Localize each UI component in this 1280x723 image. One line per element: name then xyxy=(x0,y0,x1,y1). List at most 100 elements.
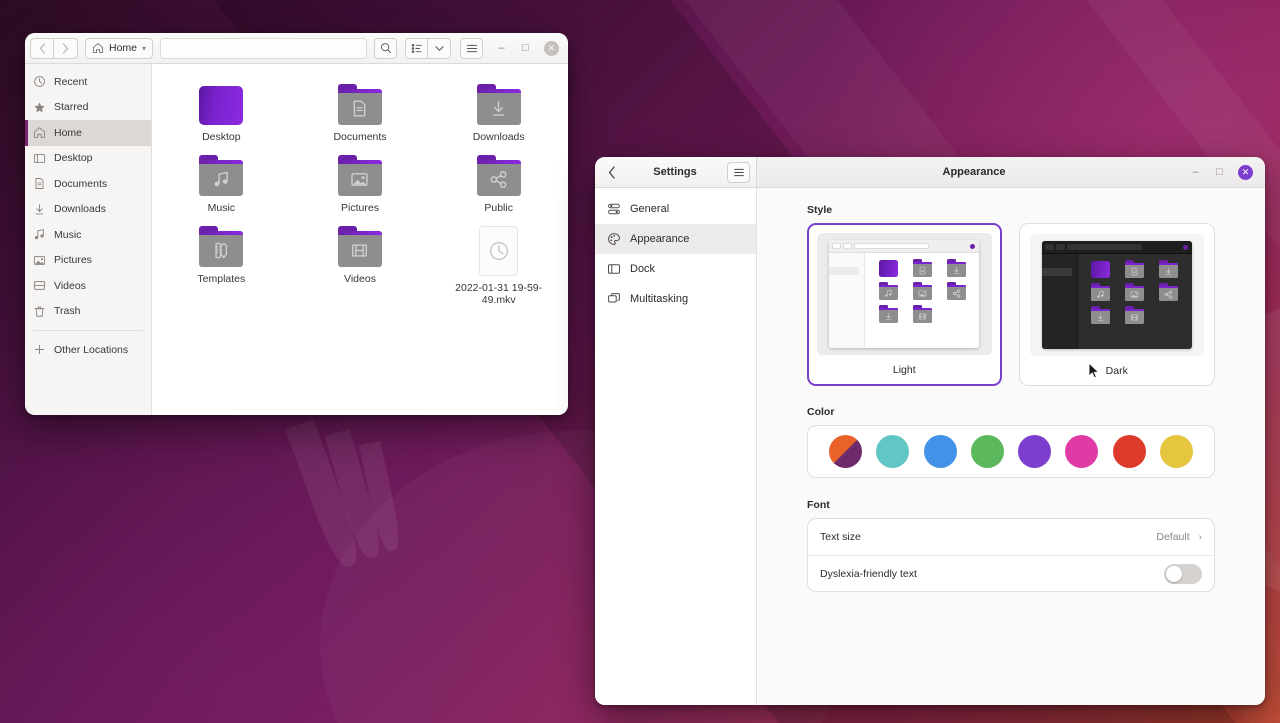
mini-selected-row xyxy=(1041,268,1072,277)
style-section-label: Style xyxy=(807,204,833,216)
settings-nav-appearance[interactable]: Appearance xyxy=(595,224,756,254)
color-swatch-yellow[interactable] xyxy=(1159,435,1193,468)
sidebar-item-trash[interactable]: Trash xyxy=(25,299,151,325)
sidebar-item-music[interactable]: Music xyxy=(25,222,151,248)
folder-item[interactable]: Downloads xyxy=(429,80,568,143)
document-icon xyxy=(336,92,384,125)
maximize-button[interactable]: □ xyxy=(520,42,531,54)
dyslexia-label: Dyslexia-friendly text xyxy=(820,567,917,580)
chevron-right-icon xyxy=(62,42,69,54)
sidebar-item-recent[interactable]: Recent xyxy=(25,69,151,95)
music-icon xyxy=(33,228,46,241)
folder-item[interactable]: Public xyxy=(429,151,568,214)
settings-sidebar: General Appearance Dock Multitasking xyxy=(595,188,757,705)
maximize-button[interactable]: □ xyxy=(1214,166,1225,178)
image-icon xyxy=(33,254,46,267)
color-swatch-red[interactable] xyxy=(1112,435,1146,468)
view-options-button[interactable] xyxy=(428,37,451,59)
music-icon xyxy=(197,163,245,196)
path-bar-home[interactable]: Home ▾ xyxy=(85,37,154,59)
color-swatch-default-orange-purple[interactable] xyxy=(829,435,863,468)
mini-icon-grid xyxy=(865,253,979,347)
folder-item[interactable]: Videos xyxy=(291,222,430,306)
close-button[interactable]: ✕ xyxy=(1238,164,1253,180)
color-swatch-blue[interactable] xyxy=(923,435,957,468)
style-option-light[interactable]: Light xyxy=(807,223,1002,386)
text-size-row[interactable]: Text size Default › xyxy=(808,519,1214,555)
file-thumbnail xyxy=(479,226,519,277)
files-window[interactable]: Home ▾ – □ ✕ Recent Starred Home Desktop… xyxy=(25,33,568,415)
settings-nav-label: Multitasking xyxy=(630,293,689,305)
sidebar-item-videos[interactable]: Videos xyxy=(25,273,151,299)
item-label: Documents xyxy=(333,131,387,143)
folder-icon xyxy=(336,155,384,197)
settings-titlebar-left: Settings xyxy=(595,157,757,187)
folder-item[interactable]: Music xyxy=(152,151,291,214)
sidebar-item-home[interactable]: Home xyxy=(25,120,151,146)
close-button[interactable]: ✕ xyxy=(544,40,559,56)
item-label: Pictures xyxy=(341,202,379,215)
color-swatch-teal[interactable] xyxy=(876,435,910,468)
mini-folder-icon xyxy=(1158,283,1179,302)
hamburger-menu-icon xyxy=(733,168,744,176)
settings-window[interactable]: Settings Appearance – □ ✕ General Appear… xyxy=(595,157,1265,705)
view-list-button[interactable] xyxy=(405,37,428,59)
sidebar-item-label: Downloads xyxy=(54,203,106,216)
settings-nav-multitasking[interactable]: Multitasking xyxy=(595,284,756,314)
mini-folder-icon xyxy=(878,305,899,324)
minimize-button[interactable]: – xyxy=(496,42,507,54)
clock-icon xyxy=(33,75,46,88)
home-icon xyxy=(33,126,46,139)
search-button[interactable] xyxy=(374,37,397,59)
files-icon-view[interactable]: Desktop Documents Downloads Music Pictures Pu… xyxy=(152,64,568,415)
folder-item[interactable]: Pictures xyxy=(291,151,430,214)
main-menu-button[interactable] xyxy=(460,37,483,59)
minimize-button[interactable]: – xyxy=(1190,166,1201,178)
text-size-value: Default xyxy=(1156,531,1190,543)
mouse-cursor xyxy=(1088,362,1100,379)
mini-button xyxy=(1044,244,1054,251)
mini-folder-icon xyxy=(1124,260,1145,279)
settings-menu-button[interactable] xyxy=(727,161,750,183)
sidebar-item-starred[interactable]: Starred xyxy=(25,95,151,121)
settings-titlebar-right: Appearance – □ ✕ xyxy=(757,157,1265,187)
sidebar-item-downloads[interactable]: Downloads xyxy=(25,197,151,223)
folder-item[interactable]: Desktop xyxy=(152,80,291,143)
chevron-down-icon: ▾ xyxy=(142,43,147,53)
toggle-knob xyxy=(1166,565,1182,582)
chevron-left-icon xyxy=(39,42,45,54)
file-item[interactable]: 2022-01-31 19-59-49.mkv xyxy=(429,222,568,306)
style-option-dark[interactable]: Dark xyxy=(1018,223,1215,386)
film-icon xyxy=(336,234,384,267)
item-label: Music xyxy=(207,202,236,215)
settings-nav-general[interactable]: General xyxy=(595,194,756,224)
dyslexia-toggle[interactable] xyxy=(1164,563,1202,584)
sidebar-separator xyxy=(33,330,143,331)
sidebar-item-label: Recent xyxy=(54,75,88,88)
chevron-down-icon xyxy=(434,45,444,51)
color-section-label: Color xyxy=(807,406,835,418)
sidebar-item-documents[interactable]: Documents xyxy=(25,171,151,197)
settings-content: General Appearance Dock Multitasking Style xyxy=(595,188,1265,705)
settings-nav-dock[interactable]: Dock xyxy=(595,254,756,284)
sidebar-item-pictures[interactable]: Pictures xyxy=(25,248,151,274)
color-swatch-green[interactable] xyxy=(970,435,1004,468)
back-button[interactable] xyxy=(601,161,623,183)
mini-selected-row xyxy=(829,267,860,276)
color-swatch-purple[interactable] xyxy=(1018,435,1052,468)
files-content: Recent Starred Home Desktop Documents Downloa… xyxy=(25,64,568,415)
color-swatch-magenta[interactable] xyxy=(1065,435,1099,468)
hamburger-menu-icon xyxy=(466,44,477,52)
mini-sidebar xyxy=(829,253,866,348)
forward-button[interactable] xyxy=(54,37,78,59)
back-button[interactable] xyxy=(30,37,54,59)
dyslexia-row[interactable]: Dyslexia-friendly text xyxy=(808,555,1214,591)
folder-item[interactable]: Documents xyxy=(291,80,430,143)
sidebar-item-desktop[interactable]: Desktop xyxy=(25,146,151,172)
folder-item[interactable]: Templates xyxy=(152,222,291,306)
folder-icon xyxy=(336,84,384,125)
font-section-label: Font xyxy=(807,499,830,511)
sidebar-item-other-locations[interactable]: Other Locations xyxy=(25,337,151,363)
search-field[interactable] xyxy=(160,37,367,59)
search-input[interactable] xyxy=(161,39,366,58)
